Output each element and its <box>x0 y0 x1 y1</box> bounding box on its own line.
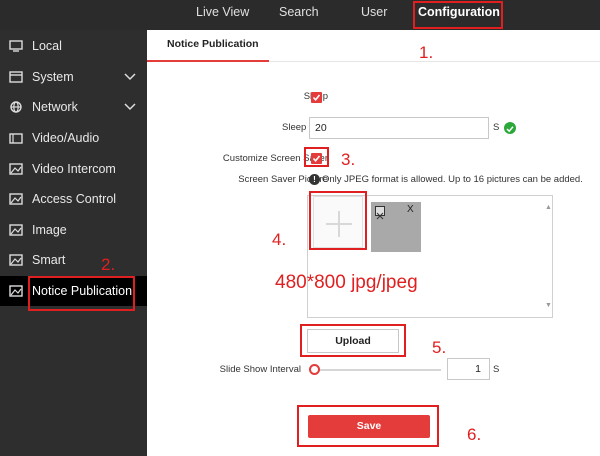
sidebar-item-network[interactable]: Network <box>0 92 147 122</box>
picture-info-text: Only JPEG format is allowed. Up to 16 pi… <box>322 174 583 185</box>
slide-show-interval-label: Slide Show Interval <box>219 364 301 375</box>
info-icon: ! <box>309 174 320 185</box>
monitor-icon <box>9 40 23 52</box>
door-icon <box>9 193 23 205</box>
sidebar-item-label: Local <box>32 39 62 53</box>
sidebar-item-video-audio[interactable]: Video/Audio <box>0 123 147 153</box>
interval-slider-track[interactable] <box>313 369 441 371</box>
sleep-after-unit: S <box>493 122 500 133</box>
content-panel: Notice Publication Sleep Sleep after 20 … <box>147 30 600 456</box>
sidebar-item-smart[interactable]: Smart <box>0 245 147 275</box>
scroll-down-icon[interactable]: ▼ <box>545 302 552 309</box>
sidebar-item-label: Video Intercom <box>32 162 116 176</box>
annotation-box-save <box>297 405 439 447</box>
annotation-step-6: 6. <box>467 425 482 444</box>
sidebar-item-image[interactable]: Image <box>0 215 147 245</box>
app-window: Live View Search User Configuration Loca… <box>0 0 600 456</box>
sidebar-item-label: Video/Audio <box>32 131 100 145</box>
nav-live-view[interactable]: Live View <box>196 0 249 30</box>
annotation-box-notice-publication <box>28 276 135 311</box>
nav-search[interactable]: Search <box>279 0 319 30</box>
sidebar-item-video-intercom[interactable]: Video Intercom <box>0 154 147 184</box>
camera-icon <box>9 133 23 144</box>
annotation-step-3: 3. <box>341 150 356 169</box>
annotation-resolution-note: 480*800 jpg/jpeg <box>275 272 418 293</box>
sidebar-item-label: Smart <box>32 253 66 267</box>
sleep-checkbox[interactable] <box>311 92 322 103</box>
check-icon <box>312 94 321 102</box>
chevron-down-icon[interactable] <box>124 103 136 111</box>
notice-icon <box>9 285 23 297</box>
sidebar-item-label: Access Control <box>32 192 117 206</box>
chevron-down-icon[interactable] <box>124 73 136 81</box>
sidebar-item-local[interactable]: Local <box>0 31 147 61</box>
sidebar-item-access-control[interactable]: Access Control <box>0 184 147 214</box>
system-icon <box>9 71 23 83</box>
nav-user[interactable]: User <box>361 0 387 30</box>
annotation-step-2: 2. <box>101 255 116 274</box>
annotation-box-customize <box>304 147 329 167</box>
scroll-up-icon[interactable]: ▲ <box>545 204 552 211</box>
check-circle-icon <box>504 122 516 134</box>
smart-icon <box>9 254 23 266</box>
sidebar-item-label: Image <box>32 223 67 237</box>
image-icon <box>9 224 23 236</box>
globe-icon <box>10 101 22 113</box>
delete-picture-button[interactable]: X <box>407 204 414 215</box>
annotation-box-add-picture <box>309 191 367 250</box>
broken-image-icon <box>375 206 385 220</box>
interval-unit: S <box>493 364 500 375</box>
annotation-step-5: 5. <box>432 338 447 357</box>
sidebar-item-label: System <box>32 70 74 84</box>
tab-notice-publication[interactable]: Notice Publication <box>167 38 259 50</box>
annotation-step-1: 1. <box>419 43 434 62</box>
annotation-step-4: 4. <box>272 230 287 249</box>
sidebar: Local System Network Video/Audio Video I… <box>0 30 147 456</box>
annotation-box-configuration <box>413 1 503 29</box>
intercom-icon <box>9 163 23 175</box>
tab-active-indicator <box>147 60 269 62</box>
interval-slider-handle[interactable] <box>309 364 320 375</box>
top-bar: Live View Search User Configuration <box>0 0 600 30</box>
interval-input[interactable]: 1 <box>447 358 490 380</box>
sidebar-item-label: Network <box>32 100 78 114</box>
sidebar-item-system[interactable]: System <box>0 62 147 92</box>
annotation-box-upload <box>300 324 406 357</box>
sleep-after-input[interactable]: 20 <box>309 117 489 139</box>
